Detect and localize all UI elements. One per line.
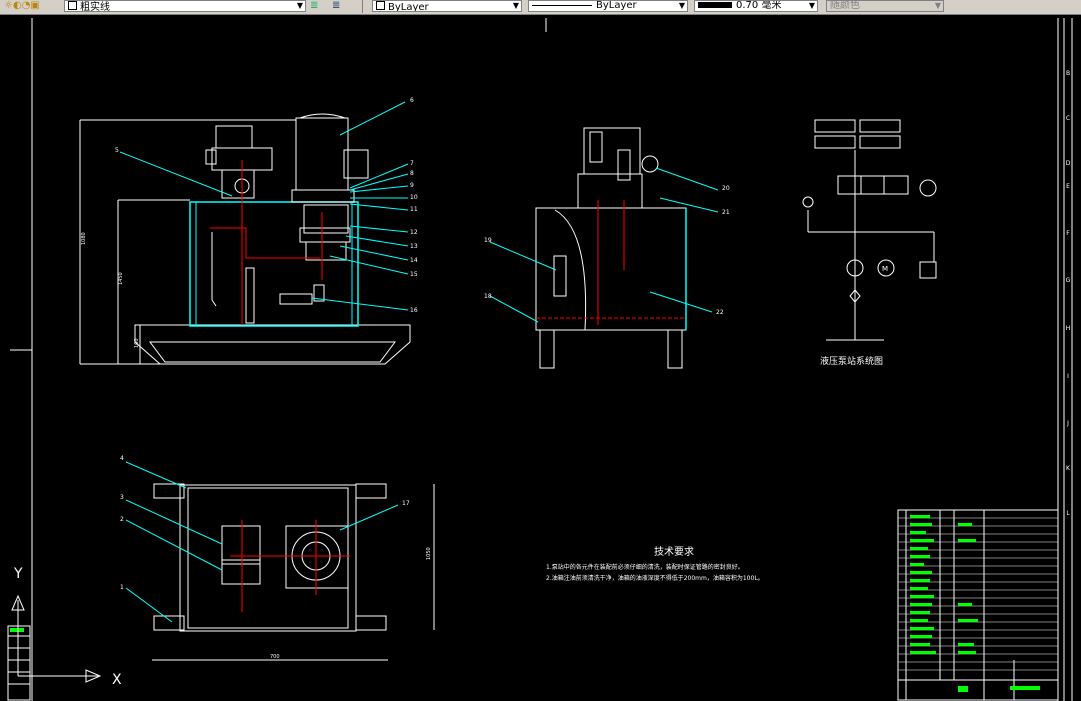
zone-label: I: [1067, 373, 1069, 380]
linetype-value: ByLayer: [596, 0, 637, 11]
left-strip: [7, 625, 31, 701]
layer-state-icons[interactable]: ☼◐◔▣: [4, 0, 40, 12]
tech-title: 技术要求: [654, 545, 694, 558]
chevron-down-icon: ▼: [296, 1, 303, 10]
layer-color-swatch: [68, 1, 77, 10]
zone-label: K: [1066, 465, 1071, 472]
zone-label: D: [1066, 160, 1071, 167]
svg-text:1: 1: [120, 584, 124, 591]
svg-text:13: 13: [410, 243, 418, 250]
motor-label: M: [882, 265, 888, 273]
ucs-x-label: X: [112, 672, 122, 688]
dim-text: 700: [270, 654, 280, 660]
schematic-title: 液压泵站系统图: [820, 355, 883, 367]
toolbar-separator: [362, 0, 363, 13]
zone-label: L: [1066, 510, 1070, 517]
ucs-y-label: Y: [13, 566, 23, 582]
hydraulic-schematic: M: [802, 119, 937, 341]
cad-drawing: B C D E F G H I J K L 1080 1450 160 6 5 …: [7, 18, 1073, 701]
properties-toolbar: ☼◐◔▣ 粗实线 ▼ ≣ ≣ ByLayer ▼ ByLayer ▼ 0.70 …: [0, 0, 1081, 15]
svg-text:10: 10: [410, 194, 418, 201]
top-view: 700 1050 4 3 2 1 17: [120, 455, 435, 661]
chevron-down-icon: ▼: [808, 1, 815, 10]
strip-mark: [10, 628, 24, 632]
zone-label: H: [1066, 325, 1071, 332]
svg-text:22: 22: [716, 309, 724, 316]
zone-label: C: [1066, 115, 1070, 122]
svg-text:4: 4: [120, 455, 124, 462]
color-swatch: [376, 1, 385, 10]
zone-label: G: [1066, 277, 1071, 284]
chevron-down-icon: ▼: [934, 1, 941, 10]
chevron-down-icon: ▼: [512, 1, 519, 10]
border-zone-labels: B C D E F G H I J K L: [1066, 70, 1071, 517]
color-dropdown[interactable]: ByLayer ▼: [372, 0, 522, 12]
ucs-icon: [11, 594, 102, 683]
title-block-text-marks: [910, 515, 1040, 692]
svg-text:5: 5: [115, 147, 119, 154]
layer-match-icon[interactable]: ≣: [332, 0, 340, 12]
technical-requirements: 技术要求 1.泵站中的各元件在装配前必须仔细的清洗，装配时保证管路的密封良好。 …: [546, 545, 764, 582]
svg-text:19: 19: [484, 237, 492, 244]
lineweight-value: 0.70 毫米: [736, 0, 782, 11]
svg-text:9: 9: [410, 182, 414, 189]
linetype-sample: [532, 4, 592, 6]
side-view: 20 21 19 18 22: [484, 127, 730, 369]
chevron-down-icon: ▼: [678, 1, 685, 10]
svg-text:12: 12: [410, 229, 418, 236]
svg-text:20: 20: [722, 185, 730, 192]
side-callouts: 20 21 19 18 22: [484, 185, 730, 316]
tech-line-1: 1.泵站中的各元件在装配前必须仔细的清洗，装配时保证管路的密封良好。: [546, 563, 744, 571]
svg-text:3: 3: [120, 494, 124, 501]
top-callouts: 4 3 2 1 17: [120, 455, 410, 591]
svg-text:2: 2: [120, 516, 124, 523]
svg-text:15: 15: [410, 271, 418, 278]
zone-label: J: [1066, 420, 1069, 427]
plotstyle-value: 随颜色: [830, 0, 860, 11]
svg-text:16: 16: [410, 307, 418, 314]
zone-label: B: [1066, 70, 1070, 77]
front-callouts: 6 5 7 8 9 10 11 12 13 14 15 16: [115, 97, 418, 314]
svg-text:11: 11: [410, 206, 418, 213]
drawing-canvas[interactable]: B C D E F G H I J K L 1080 1450 160 6 5 …: [0, 15, 1081, 701]
zone-label: E: [1066, 183, 1070, 190]
svg-text:8: 8: [410, 170, 414, 177]
layer-dropdown[interactable]: 粗实线 ▼: [64, 0, 306, 12]
plotstyle-dropdown[interactable]: 随颜色 ▼: [826, 0, 944, 12]
front-view: 1080 1450 160 6 5 7 8 9 10 11 12 13 14 1…: [79, 97, 418, 365]
svg-text:14: 14: [410, 257, 418, 264]
svg-text:6: 6: [410, 97, 414, 104]
svg-text:21: 21: [722, 209, 730, 216]
layer-name: 粗实线: [80, 2, 110, 12]
lineweight-sample: [698, 2, 732, 8]
linetype-dropdown[interactable]: ByLayer ▼: [528, 0, 688, 12]
zone-label: F: [1066, 230, 1070, 237]
svg-text:17: 17: [402, 500, 410, 507]
lineweight-dropdown[interactable]: 0.70 毫米 ▼: [694, 0, 818, 12]
color-value: ByLayer: [388, 2, 429, 12]
dim-text: 160: [134, 338, 140, 348]
dim-text: 1450: [118, 272, 124, 285]
tech-line-2: 2.油箱注油前须清洗干净，油箱的油液深度不得低于200mm，油箱容积为100L。: [546, 574, 764, 582]
dim-text: 1080: [81, 232, 87, 245]
dim-text: 1050: [426, 547, 432, 560]
svg-text:7: 7: [410, 160, 414, 167]
layer-previous-icon[interactable]: ≣: [310, 0, 318, 12]
svg-text:18: 18: [484, 293, 492, 300]
